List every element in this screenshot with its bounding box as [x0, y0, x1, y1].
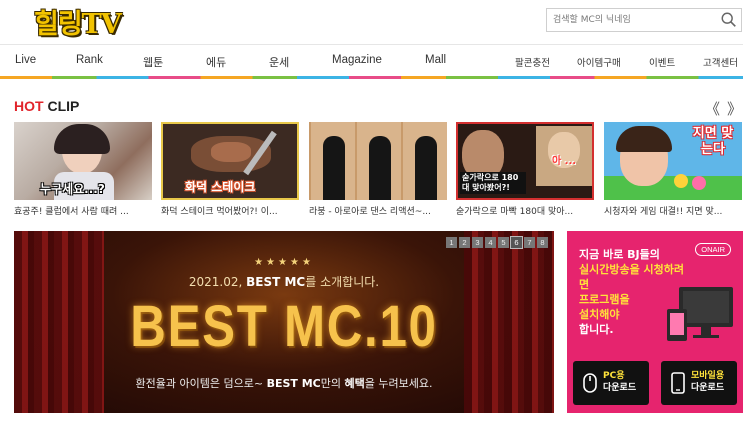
clip-caption: 화덕 스테이크 — [185, 180, 256, 194]
banner-stars: ★★★★★ — [254, 257, 314, 268]
clip-thumbnail[interactable] — [309, 122, 447, 200]
best-mc-banner[interactable]: 1 2 3 4 5 6 7 8 ★★★★★ 2021.02, BEST MC를 … — [14, 231, 554, 413]
nav-item-charge[interactable]: 팔콘충전 — [515, 55, 550, 69]
next-arrow-icon[interactable]: 》 — [727, 98, 742, 119]
header: 힐링TV — [0, 0, 743, 40]
clip-title[interactable]: 화덕 스테이크 먹어봤어?! 이... — [161, 204, 299, 217]
banner-description: 환전율과 아이템은 덤으로~ BEST MC만의 혜택을 누려보세요. — [135, 377, 433, 390]
nav-item-item-purchase[interactable]: 아이템구매 — [577, 55, 621, 69]
prev-arrow-icon[interactable]: 《 — [705, 98, 720, 119]
nav-item-live[interactable]: Live — [15, 54, 36, 66]
clip-arrows: 《 》 — [705, 98, 743, 119]
pager-button[interactable]: 2 — [459, 237, 470, 248]
pager-button-active[interactable]: 6 — [510, 236, 523, 249]
clip-card[interactable]: 화덕 스테이크 화덕 스테이크 먹어봤어?! 이... — [161, 122, 299, 217]
site-logo[interactable]: 힐링TV — [34, 2, 122, 41]
search-input[interactable] — [547, 9, 717, 31]
pager-button[interactable]: 4 — [485, 237, 496, 248]
nav-item-rank[interactable]: Rank — [76, 54, 103, 66]
clip-card[interactable]: 아 ... 숟가락으로 180대 맞아봤어?! 숟가락으로 마빡 180대 맞아… — [456, 122, 594, 217]
banner-subtitle: 2021.02, BEST MC를 소개합니다. — [188, 275, 380, 289]
clip-caption: 누구세요...? — [40, 182, 105, 196]
clip-card[interactable]: 지면 맞는다 시청자와 게임 대결!! 지면 맞... — [604, 122, 742, 217]
nav-item-edu[interactable]: 에듀 — [206, 54, 226, 70]
hot-clip-title: HOT CLIP — [14, 98, 79, 114]
clip-thumbnail[interactable]: 아 ... 숟가락으로 180대 맞아봤어?! — [456, 122, 594, 200]
pager-button[interactable]: 7 — [524, 237, 535, 248]
clip-caption: 숟가락으로 180대 맞아봤어?! — [460, 172, 526, 194]
smartphone-icon — [671, 372, 685, 394]
clip-card[interactable]: 누구세요...? 효공주! 클럽에서 사람 때려 ... — [14, 122, 152, 217]
nav-item-event[interactable]: 이벤트 — [649, 55, 675, 69]
clip-title[interactable]: 효공주! 클럽에서 사람 때려 ... — [14, 204, 152, 217]
pager-button[interactable]: 5 — [498, 237, 509, 248]
clip-thumbnail[interactable]: 누구세요...? — [14, 122, 152, 200]
clip-title[interactable]: 숟가락으로 마빡 180대 맞아... — [456, 204, 594, 217]
nav-item-webtoon[interactable]: 웹툰 — [143, 54, 163, 70]
clip-caption: 지면 맞는다 — [692, 126, 734, 157]
pc-download-button[interactable]: PC용 다운로드 — [573, 361, 649, 405]
clip-card[interactable]: 라붕 - 아로아로 댄스 리액션~... — [309, 122, 447, 217]
pager-button[interactable]: 8 — [537, 237, 548, 248]
pager-button[interactable]: 1 — [446, 237, 457, 248]
pager-button[interactable]: 3 — [472, 237, 483, 248]
nav-item-support[interactable]: 고객센터 — [703, 55, 738, 69]
clip-caption-2: 아 ... — [552, 156, 577, 167]
onair-badge: ONAIR — [695, 243, 731, 256]
hot-label: HOT — [14, 98, 44, 114]
download-ad: ONAIR 지금 바로 BJ들의 실시간방송을 시청하려면 프로그램을 설치해야… — [567, 231, 743, 413]
mouse-icon — [583, 373, 597, 393]
clip-thumbnail[interactable]: 화덕 스테이크 — [161, 122, 299, 200]
mobile-download-button[interactable]: 모바일용 다운로드 — [661, 361, 737, 405]
search-icon[interactable] — [720, 11, 738, 29]
nav-item-fortune[interactable]: 운세 — [269, 54, 289, 70]
clip-thumbnail[interactable]: 지면 맞는다 — [604, 122, 742, 200]
nav-item-mall[interactable]: Mall — [425, 54, 446, 66]
clip-title[interactable]: 라붕 - 아로아로 댄스 리액션~... — [309, 204, 447, 217]
monitor-phone-icon — [667, 287, 733, 341]
search-box — [546, 8, 742, 32]
nav-rainbow-divider — [0, 76, 743, 79]
banner-pager: 1 2 3 4 5 6 7 8 — [446, 236, 548, 249]
banner-headline: BEST MC.10 — [130, 294, 438, 359]
clip-label: CLIP — [43, 98, 80, 114]
main-nav: Live Rank 웹툰 에듀 운세 Magazine Mall 팔콘충전 아이… — [0, 44, 743, 77]
nav-item-magazine[interactable]: Magazine — [332, 54, 382, 66]
clip-title[interactable]: 시청자와 게임 대결!! 지면 맞... — [604, 204, 742, 217]
